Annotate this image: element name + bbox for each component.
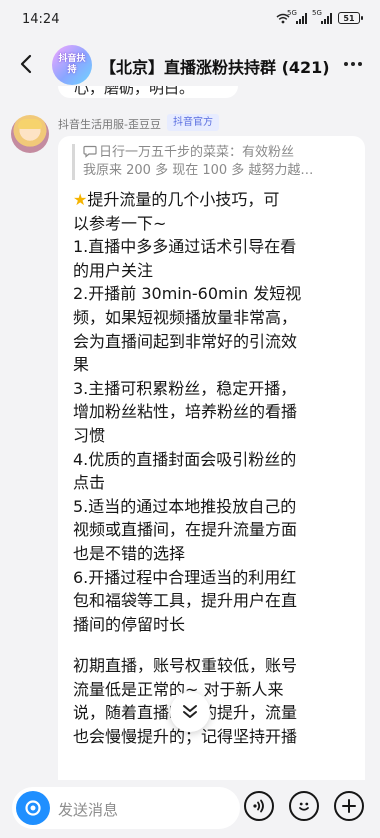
quote-text-1: 日行一万五千步的菜菜：有效粉丝 [99,145,295,160]
plus-button[interactable] [334,791,364,821]
camera-button[interactable] [16,791,50,825]
message-line: ★提升流量的几个小技巧，可 [73,190,280,209]
more-dots-icon [344,62,348,66]
message-line: 初期直播，账号权重较低，账号 [73,656,298,676]
message-line: 6.开播过程中合理适当的利用红 [73,567,297,587]
message-bubble[interactable]: 日行一万五千步的菜菜：有效粉丝 我原来 200 多 现在 100 多 越努力越…… [58,136,365,801]
message-line: 习惯 [73,425,106,445]
message-line: 流量低是正常的~ 对于新人来 [73,679,284,699]
sender-name[interactable]: 抖音生活用服-歪豆豆 [58,116,161,132]
signal-icon-b: 5G [312,9,332,24]
back-button[interactable] [12,50,40,78]
back-arrow-icon [20,54,32,74]
chat-bubble-icon [83,145,97,158]
message-line: 4.优质的直播封面会吸引粉丝的 [73,449,297,469]
voice-button[interactable] [244,791,274,821]
battery-icon: 51 [338,12,363,24]
chat-header: 抖音扶持 【北京】直播涨粉扶持群 (421) [0,42,380,86]
emoji-icon [299,802,309,811]
signal-label-b: 5G [312,8,322,17]
signal-label-a: 5G [287,8,297,17]
message-line: 的用户关注 [73,260,154,280]
message-line: 点击 [73,473,106,493]
message-body: ★提升流量的几个小技巧，可 以参考一下~ 1.直播中多多通过话术引导在看 的用户… [73,188,351,749]
input-bar: 发送消息 [0,780,380,838]
camera-icon [25,800,41,816]
quote-line: 日行一万五千步的菜菜：有效粉丝 [83,144,351,162]
scroll-to-bottom-button[interactable] [170,692,210,732]
plus-icon [342,799,356,813]
quote-text-2: 我原来 200 多 现在 100 多 越努力越… [83,163,314,178]
status-icons: 5G 5G 51 [276,9,363,24]
message-line: 也会慢慢提升的；记得坚持开播 [73,727,298,747]
sender-avatar[interactable] [11,115,49,153]
more-button[interactable] [340,52,366,76]
message-line: 包和福袋等工具，提升用户在直 [73,591,298,611]
voice-icon [253,799,264,813]
emoji-button[interactable] [289,791,319,821]
message-input[interactable]: 发送消息 [12,787,240,829]
group-title[interactable]: 【北京】直播涨粉扶持群 (421) [100,54,330,78]
quote-line: 我原来 200 多 现在 100 多 越努力越… [83,162,351,180]
message-line: 增加粉丝粘性，培养粉丝的看播 [73,402,298,422]
message-line: 频，如果短视频播放量非常高， [73,307,298,327]
quoted-message[interactable]: 日行一万五千步的菜菜：有效粉丝 我原来 200 多 现在 100 多 越努力越… [72,144,351,180]
message-line: 也是不错的选择 [73,543,186,563]
double-chevron-down-icon [183,705,197,718]
status-time: 14:24 [22,12,60,27]
status-bar: 14:24 5G 5G 51 [0,0,380,42]
message-line: 1.直播中多多通过话术引导在看 [73,237,297,257]
message-line: 说，随着直播时长的提升，流量 [73,701,351,725]
signal-icon-a: 5G [287,9,307,24]
message-line: 会为直播间起到非常好的引流效 [73,331,298,351]
input-placeholder: 发送消息 [58,801,119,819]
message-line: 果 [73,355,90,375]
message-line: 3.主播可积累粉丝，稳定开播， [73,378,297,398]
group-avatar[interactable]: 抖音扶持 [52,45,92,85]
message-line: 5.适当的通过本地推投放自己的 [73,496,297,516]
previous-message-text: 心，磨砺，明白。 [74,86,195,97]
message-line: 以参考一下~ [73,213,167,233]
message-line: 播间的停留时长 [73,614,186,634]
official-badge: 抖音官方 [167,114,219,131]
star-emoji-icon: ★ [73,190,88,209]
message-line: 视频或直播间，在提升流量方面 [73,520,298,540]
message-line: 2.开播前 30min-60min 发短视 [73,284,302,304]
previous-message-bubble[interactable]: 心，磨砺，明白。 [58,86,238,98]
